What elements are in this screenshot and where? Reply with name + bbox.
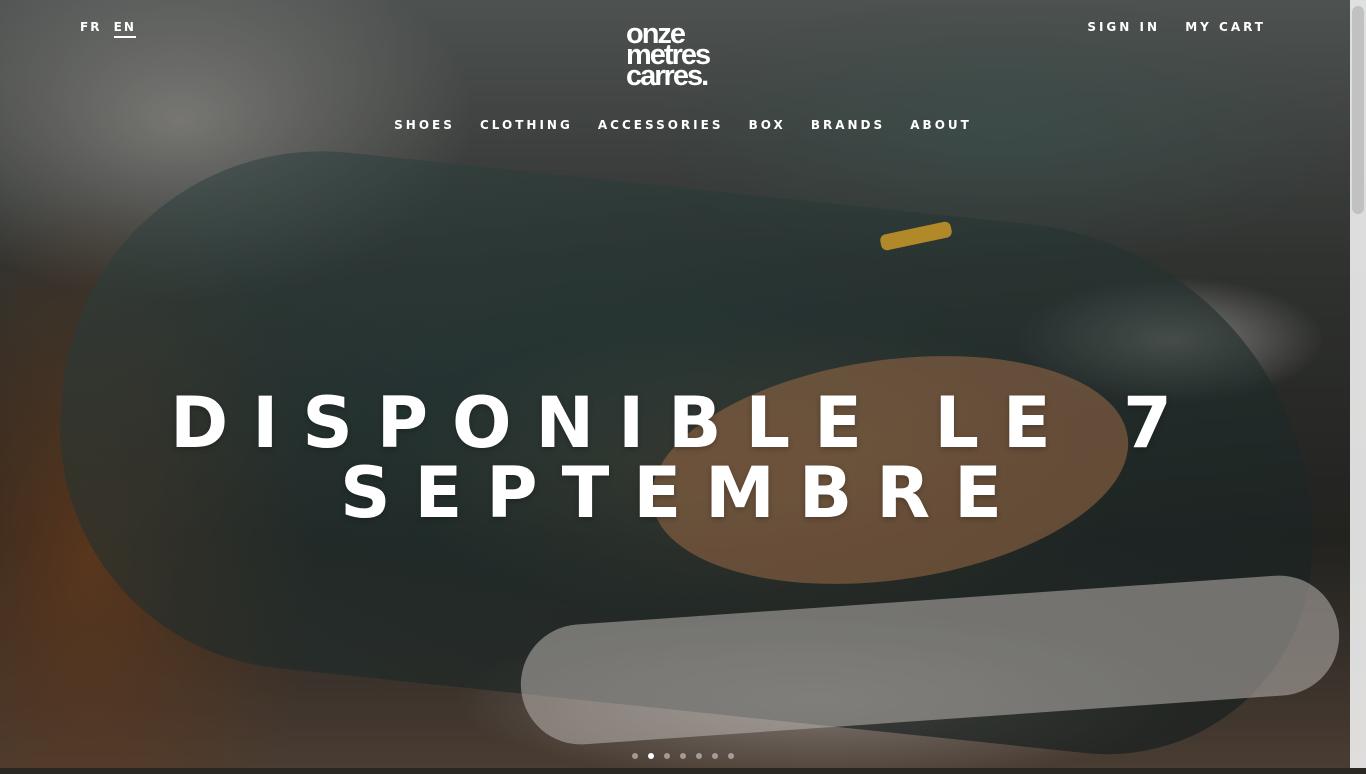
language-switcher: FR EN <box>80 20 142 38</box>
main-navigation: SHOES CLOTHING ACCESSORIES BOX BRANDS AB… <box>0 114 1366 133</box>
slider-dot[interactable] <box>728 753 734 759</box>
page-scrollbar[interactable] <box>1350 0 1366 768</box>
slider-pagination <box>0 753 1366 759</box>
account-links: SIGN IN MY CART <box>1069 20 1266 34</box>
slider-dot[interactable] <box>632 753 638 759</box>
slider-dot[interactable] <box>664 753 670 759</box>
hero-headline-line1: DISPONIBLE LE 7 <box>170 382 1196 464</box>
site-logo[interactable]: onze metres carres. <box>626 20 736 92</box>
sign-in-link[interactable]: SIGN IN <box>1087 20 1160 34</box>
nav-clothing[interactable]: CLOTHING <box>480 118 573 132</box>
nav-accessories[interactable]: ACCESSORIES <box>598 118 724 132</box>
slider-dot[interactable] <box>696 753 702 759</box>
hero-headline: DISPONIBLE LE 7 SEPTEMBRE <box>0 388 1366 528</box>
nav-shoes[interactable]: SHOES <box>394 118 455 132</box>
slider-dot[interactable] <box>680 753 686 759</box>
nav-box[interactable]: BOX <box>749 118 786 132</box>
slider-dot[interactable] <box>648 753 654 759</box>
my-cart-link[interactable]: MY CART <box>1185 20 1266 34</box>
nav-brands[interactable]: BRANDS <box>811 118 885 132</box>
hero-headline-line2: SEPTEMBRE <box>340 452 1026 534</box>
nav-about[interactable]: ABOUT <box>910 118 972 132</box>
lang-fr-link[interactable]: FR <box>80 20 101 34</box>
logo-line3: carres. <box>626 60 709 92</box>
lang-en-link[interactable]: EN <box>113 20 136 38</box>
slider-dot[interactable] <box>712 753 718 759</box>
scrollbar-thumb[interactable] <box>1352 6 1364 214</box>
